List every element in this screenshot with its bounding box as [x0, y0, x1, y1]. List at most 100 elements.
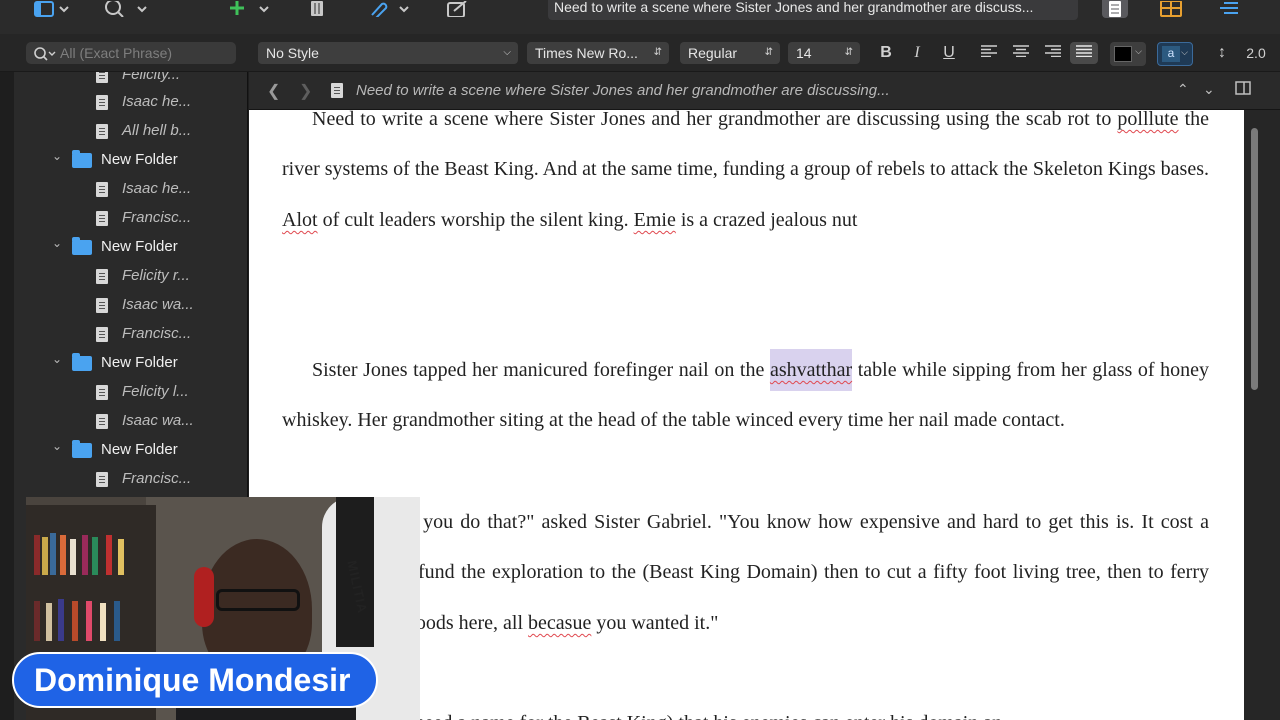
binder-folder-label: New Folder: [101, 238, 178, 255]
outline-view-icon[interactable]: [1216, 0, 1242, 18]
align-right-button[interactable]: [1041, 42, 1065, 64]
binder-search-field[interactable]: All (Exact Phrase): [26, 42, 236, 64]
binder-item-label: Isaac he...: [122, 180, 192, 197]
binder-item[interactable]: Felicity l...: [14, 379, 247, 405]
font-family-select[interactable]: Times New Ro... ⇵: [527, 42, 669, 64]
align-center-button[interactable]: [1009, 42, 1033, 64]
disclosure-chevron-icon[interactable]: ⌄: [52, 439, 62, 453]
add-icon[interactable]: [228, 0, 272, 18]
align-right-icon: [1045, 45, 1061, 58]
selected-word[interactable]: ashvatthar: [769, 349, 853, 391]
disclosure-chevron-icon[interactable]: ⌄: [52, 236, 62, 250]
text-run: Sister Jones tapped her manicured forefi…: [312, 359, 770, 381]
underline-button[interactable]: U: [937, 42, 961, 64]
document-icon: [96, 385, 108, 400]
paragraph[interactable]: Need to write a scene where Sister Jones…: [282, 110, 1209, 245]
highlight-color-picker[interactable]: a ⌵: [1157, 42, 1193, 66]
chevron-down-icon: ⌵: [503, 47, 511, 58]
document-icon: [96, 124, 108, 139]
binder-item[interactable]: Isaac wa...: [14, 408, 247, 434]
binder-folder-label: New Folder: [101, 151, 178, 168]
trash-icon[interactable]: [308, 0, 326, 18]
folder-icon: [72, 353, 92, 371]
binder-item-label: Isaac wa...: [122, 296, 194, 313]
align-left-button[interactable]: [977, 42, 1001, 64]
scrollbar-thumb[interactable]: [1251, 128, 1258, 390]
editor-document-title: Need to write a scene where Sister Jones…: [356, 82, 890, 99]
binder-folder-label: New Folder: [101, 441, 178, 458]
disclosure-chevron-icon[interactable]: ⌄: [52, 352, 62, 366]
highlight-color-swatch: a: [1162, 46, 1180, 62]
sidebar-toggle-icon[interactable]: [34, 0, 70, 18]
binder-folder[interactable]: ⌄ New Folder: [14, 350, 247, 376]
binder-item[interactable]: Francisc...: [14, 466, 247, 492]
font-weight-value: Regular: [688, 45, 738, 61]
document-title-field[interactable]: Need to write a scene where Sister Jones…: [548, 0, 1078, 20]
misspelled-word[interactable]: polllute: [1117, 110, 1178, 130]
app-window: Need to write a scene where Sister Jones…: [0, 0, 1280, 720]
chevron-down-icon: ⌵: [1135, 46, 1142, 56]
document-icon: [96, 327, 108, 342]
binder-item[interactable]: Isaac wa...: [14, 292, 247, 318]
disclosure-chevron-icon[interactable]: ⌄: [52, 149, 62, 163]
paragraph-style-value: No Style: [266, 45, 319, 61]
text-run: Need to write a scene where Sister Jones…: [312, 110, 1118, 130]
text-run: of cult leaders worship the silent king.: [317, 208, 634, 231]
chevron-up-icon[interactable]: ⌃: [1177, 81, 1189, 98]
paragraph[interactable]: "... to show (need a name for the Beast …: [282, 698, 1209, 720]
binder-item[interactable]: Felicity...: [14, 72, 247, 88]
binder-item-label: Felicity...: [122, 72, 181, 83]
document-icon: [96, 298, 108, 313]
binder-folder[interactable]: ⌄ New Folder: [14, 147, 247, 173]
line-spacing-icon[interactable]: ↕: [1210, 42, 1234, 64]
binder-item-label: All hell b...: [122, 122, 192, 139]
stepper-icon: ⇵: [844, 47, 853, 58]
document-view-icon[interactable]: [1102, 0, 1128, 18]
paragraph[interactable]: Sister Jones tapped her manicured forefi…: [282, 345, 1209, 446]
back-arrow-icon[interactable]: ❮: [267, 81, 280, 101]
presenter-name-tag: Dominique Mondesir: [12, 652, 378, 708]
binder-item[interactable]: Felicity r...: [14, 263, 247, 289]
document-icon: [96, 211, 108, 226]
bold-button[interactable]: B: [874, 42, 898, 64]
binder-folder[interactable]: ⌄ New Folder: [14, 234, 247, 260]
misspelled-word[interactable]: becasue: [528, 612, 591, 634]
binder-item[interactable]: Francisc...: [14, 205, 247, 231]
corkboard-view-icon[interactable]: [1158, 0, 1184, 18]
text-run: you wanted it.": [591, 611, 719, 634]
binder-item[interactable]: All hell b...: [14, 118, 247, 144]
document-icon: [331, 83, 343, 98]
document-icon: [96, 414, 108, 429]
misspelled-word[interactable]: Alot: [282, 209, 318, 231]
binder-item-label: Francisc...: [122, 470, 192, 487]
binder-item-label: Francisc...: [122, 325, 192, 342]
forward-arrow-icon[interactable]: ❯: [299, 81, 312, 101]
binder-folder[interactable]: ⌄ New Folder: [14, 437, 247, 463]
main-toolbar: Need to write a scene where Sister Jones…: [0, 0, 1280, 34]
paragraph-style-select[interactable]: No Style ⌵: [258, 42, 518, 64]
attachment-icon[interactable]: [368, 0, 416, 18]
binder-item[interactable]: Francisc...: [14, 321, 247, 347]
font-size-select[interactable]: 14 ⇵: [788, 42, 860, 64]
search-toolbar-icon[interactable]: [104, 0, 152, 18]
scrollbar[interactable]: [1244, 110, 1280, 720]
stepper-icon: ⇵: [653, 47, 662, 58]
italic-button[interactable]: I: [905, 42, 929, 64]
format-bar: All (Exact Phrase) No Style ⌵ Times New …: [0, 34, 1280, 72]
align-justify-icon: [1076, 45, 1092, 58]
text-run: is a crazed jealous nut: [675, 208, 858, 231]
document-icon: [96, 472, 108, 487]
split-view-icon[interactable]: [1235, 81, 1251, 100]
font-weight-select[interactable]: Regular ⇵: [680, 42, 780, 64]
text-color-picker[interactable]: ⌵: [1110, 42, 1146, 66]
text-color-swatch: [1114, 46, 1132, 62]
line-spacing-value[interactable]: 2.0: [1236, 42, 1276, 64]
compose-icon[interactable]: [446, 0, 470, 18]
align-justify-button[interactable]: [1070, 42, 1098, 64]
misspelled-word[interactable]: Emie: [634, 209, 676, 231]
binder-item-label: Felicity l...: [122, 383, 189, 400]
binder-item[interactable]: Isaac he...: [14, 89, 247, 115]
binder-item[interactable]: Isaac he...: [14, 176, 247, 202]
chevron-down-icon[interactable]: ⌄: [1203, 81, 1215, 98]
paragraph[interactable]: "Sister, must you do that?" asked Sister…: [282, 497, 1209, 648]
